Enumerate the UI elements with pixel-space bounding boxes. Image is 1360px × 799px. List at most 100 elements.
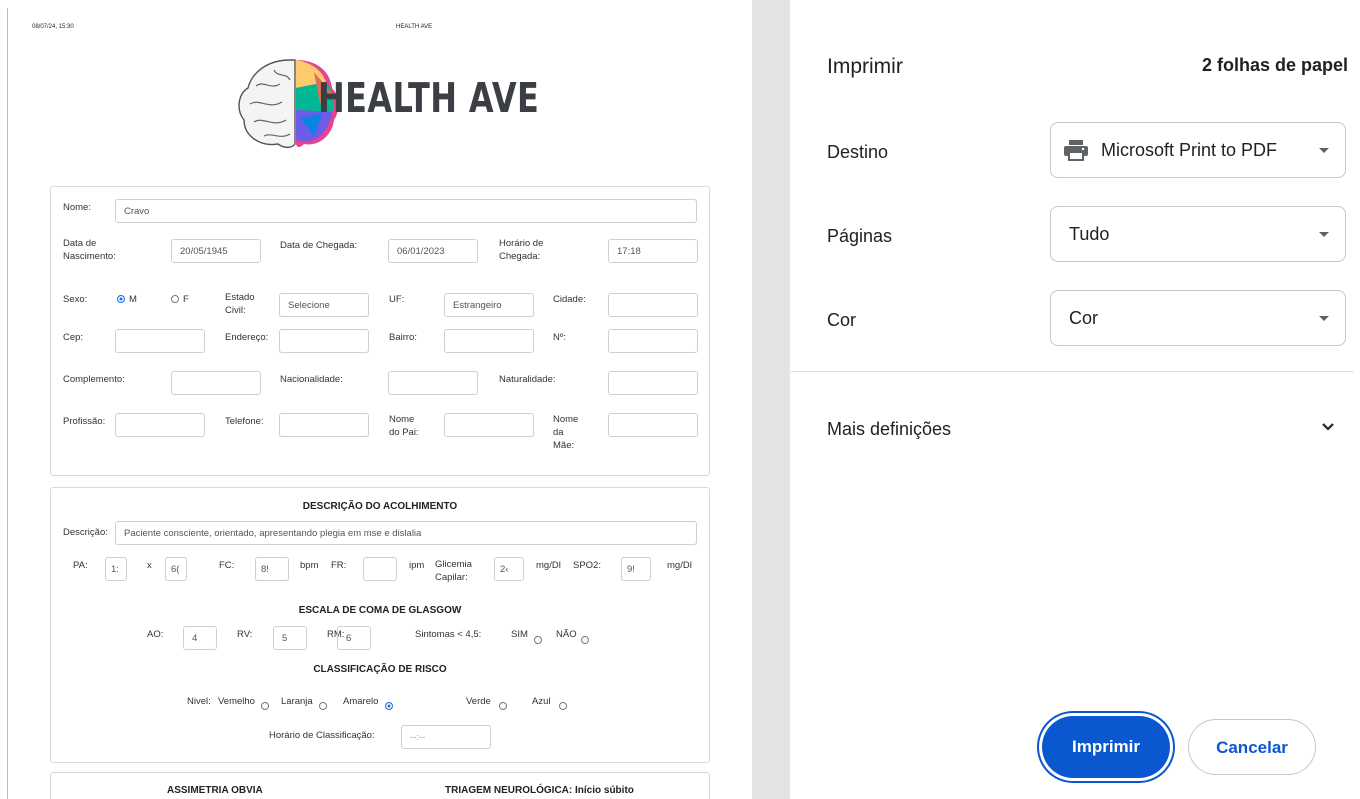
paginas-value: Tudo xyxy=(1069,224,1110,244)
nao-label: NÃO xyxy=(556,629,577,640)
cor-value: Cor xyxy=(1069,308,1099,328)
neuro-panel: ASSIMETRIA OBVIA TRIAGEM NEUROLÓGICA: In… xyxy=(50,772,710,799)
rm-field[interactable]: 6 xyxy=(337,626,371,650)
cidade-field[interactable] xyxy=(608,293,698,317)
complemento-field[interactable] xyxy=(171,371,261,395)
destino-select[interactable]: Microsoft Print to PDF xyxy=(1050,122,1346,178)
nome-mae-field[interactable] xyxy=(608,413,698,437)
horario-classificacao-label: Horário de Classificação: xyxy=(269,730,375,741)
nome-pai-label: Nome do Pai: xyxy=(389,414,419,438)
nacionalidade-field[interactable] xyxy=(388,371,478,395)
descricao-label: Descrição: xyxy=(63,527,108,538)
cep-label: Cep: xyxy=(63,332,84,343)
spo2-field[interactable]: 9! xyxy=(621,557,651,581)
sim-label: SIM xyxy=(511,629,528,640)
paginas-select[interactable]: Tudo xyxy=(1050,206,1346,262)
level-laranja-radio[interactable] xyxy=(319,702,327,710)
estado-civil-select[interactable]: Selecione xyxy=(279,293,369,317)
mais-definicoes-label: Mais definições xyxy=(827,419,952,439)
cor-select[interactable]: Cor xyxy=(1050,290,1346,346)
page-edge xyxy=(7,8,8,799)
fc-label: FC: xyxy=(219,560,235,571)
mgdl-unit-1: mg/Dl xyxy=(536,560,561,571)
rv-label: RV: xyxy=(237,629,253,640)
paginas-label: Páginas xyxy=(827,226,893,246)
ipm-unit: ipm xyxy=(409,560,425,571)
pa-x: x xyxy=(147,560,152,571)
level-azul-label: Azul xyxy=(532,696,551,707)
nome-mae-label: Nome da Mãe: xyxy=(553,414,579,451)
descricao-field[interactable]: Paciente consciente, orientado, apresent… xyxy=(115,521,697,545)
telefone-field[interactable] xyxy=(279,413,369,437)
sexo-m-label: M xyxy=(129,294,137,305)
cancel-button[interactable]: Cancelar xyxy=(1188,719,1316,775)
level-verde-radio[interactable] xyxy=(499,702,507,710)
spo2-label: SPO2: xyxy=(573,560,601,571)
fr-field[interactable] xyxy=(363,557,397,581)
cor-label: Cor xyxy=(827,310,857,330)
telefone-label: Telefone: xyxy=(225,416,264,427)
nome-field[interactable]: Cravo xyxy=(115,199,697,223)
glicemia-label: Glicemia Capilar: xyxy=(435,559,472,583)
naturalidade-label: Naturalidade: xyxy=(499,374,556,385)
uf-select[interactable]: Estrangeiro xyxy=(444,293,534,317)
glasgow-title: ESCALA DE COMA DE GLASGOW xyxy=(298,605,462,616)
acolhimento-panel: DESCRIÇÃO DO ACOLHIMENTO Descrição: Paci… xyxy=(50,487,710,763)
endereco-field[interactable] xyxy=(279,329,369,353)
level-amarelo-label: Amarelo xyxy=(343,696,379,707)
header-title: HEALTH AVE xyxy=(396,24,433,30)
print-button[interactable]: Imprimir xyxy=(1042,716,1170,778)
level-amarelo-radio[interactable] xyxy=(385,702,393,710)
sim-radio[interactable] xyxy=(534,636,542,644)
nao-radio[interactable] xyxy=(581,636,589,644)
naturalidade-field[interactable] xyxy=(608,371,698,395)
data-chegada-field[interactable]: 06/01/2023 xyxy=(388,239,478,263)
horario-chegada-field[interactable]: 17:18 xyxy=(608,239,698,263)
mgdl-unit-2: mg/Dl xyxy=(667,560,692,571)
pa-dia-field[interactable]: 6( xyxy=(165,557,187,581)
cor-dropdown-icon xyxy=(1319,316,1329,321)
sheet-count: 2 folhas de papel xyxy=(1201,55,1348,75)
destino-dropdown-icon xyxy=(1319,148,1329,153)
profissao-label: Profissão: xyxy=(63,416,106,427)
sexo-label: Sexo: xyxy=(63,294,88,305)
data-nasc-field[interactable]: 20/05/1945 xyxy=(171,239,261,263)
sexo-f-radio[interactable] xyxy=(171,295,179,303)
settings-separator xyxy=(790,371,1354,372)
nome-label: Nome: xyxy=(63,202,91,213)
ao-label: AO: xyxy=(147,629,164,640)
mais-definicoes-row[interactable]: Mais definições xyxy=(790,400,1360,460)
glicemia-field[interactable]: 2‹ xyxy=(494,557,524,581)
level-verde-label: Verde xyxy=(466,696,491,707)
data-chegada-label: Data de Chegada: xyxy=(280,240,358,251)
printer-icon xyxy=(1064,140,1088,161)
print-preview: 08/07/24, 15:30 HEALTH AVE HEALTH AVE No… xyxy=(0,0,752,799)
cep-field[interactable] xyxy=(115,329,205,353)
complemento-label: Complemento: xyxy=(63,374,125,385)
destino-label: Destino xyxy=(827,142,889,162)
bairro-label: Bairro: xyxy=(389,332,417,343)
nome-pai-field[interactable] xyxy=(444,413,534,437)
ao-field[interactable]: 4 xyxy=(183,626,217,650)
chevron-down-icon xyxy=(1322,423,1334,431)
print-title: Imprimir xyxy=(827,55,903,78)
sintomas-label: Sintomas < 4,5: xyxy=(415,629,482,640)
risco-title: CLASSIFICAÇÃO DE RISCO xyxy=(313,664,447,675)
print-settings-panel: Imprimir 2 folhas de papel Destino Micro… xyxy=(790,0,1360,799)
sexo-m-radio[interactable] xyxy=(117,295,125,303)
horario-chegada-label: Horário de Chegada: xyxy=(499,238,544,262)
pa-sys-field[interactable]: 1: xyxy=(105,557,127,581)
rv-field[interactable]: 5 xyxy=(273,626,307,650)
destino-value: Microsoft Print to PDF xyxy=(1101,140,1278,160)
horario-classificacao-field[interactable]: --:-- xyxy=(401,725,491,749)
level-azul-radio[interactable] xyxy=(559,702,567,710)
bpm-unit: bpm xyxy=(300,560,319,571)
profissao-field[interactable] xyxy=(115,413,205,437)
endereco-label: Endereço: xyxy=(225,332,269,343)
level-vermelho-radio[interactable] xyxy=(261,702,269,710)
numero-label: Nº: xyxy=(553,332,566,343)
bairro-field[interactable] xyxy=(444,329,534,353)
numero-field[interactable] xyxy=(608,329,698,353)
fc-field[interactable]: 8! xyxy=(255,557,289,581)
sexo-f-label: F xyxy=(183,294,189,305)
